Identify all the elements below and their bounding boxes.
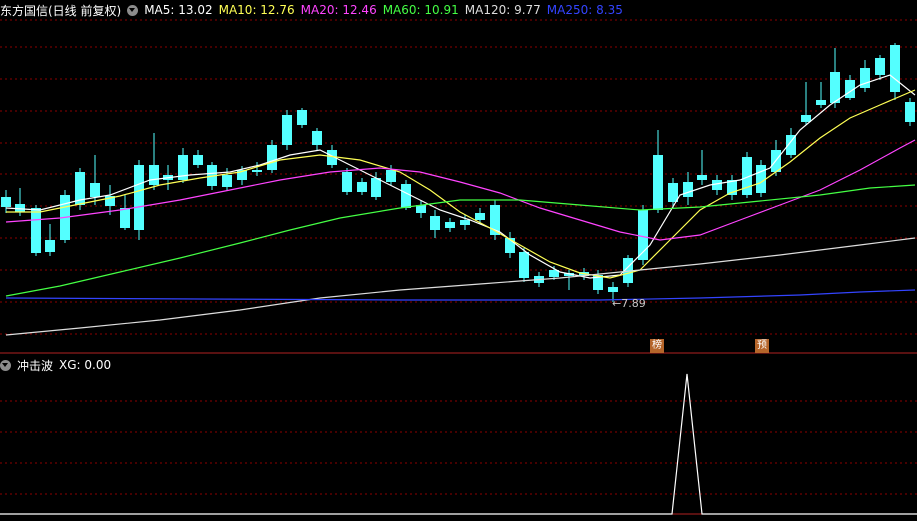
candle-body bbox=[653, 155, 663, 210]
candle-body bbox=[905, 102, 915, 122]
candle-body bbox=[608, 287, 618, 292]
indicator-title: 冲击波 bbox=[17, 358, 54, 373]
candle-body bbox=[430, 216, 440, 230]
candle-body bbox=[252, 170, 262, 172]
candle-body bbox=[697, 175, 707, 180]
candle-body bbox=[342, 172, 352, 192]
main-title-row: 东方国信(日线 前复权) MA5: 13.02 MA10: 12.76 MA20… bbox=[0, 2, 629, 18]
dropdown-icon[interactable] bbox=[0, 359, 11, 371]
forecast-badge[interactable]: 预 bbox=[755, 339, 769, 353]
candle-body bbox=[519, 252, 529, 278]
candle-body bbox=[875, 58, 885, 75]
ma250-label: MA250: 8.35 bbox=[546, 3, 623, 17]
dropdown-icon[interactable] bbox=[127, 4, 139, 16]
candle-body bbox=[460, 220, 470, 225]
candle-body bbox=[222, 175, 232, 187]
xg-line bbox=[0, 373, 917, 515]
candle-body bbox=[386, 170, 396, 182]
candlestick-chart[interactable] bbox=[0, 0, 917, 354]
ma5-label: MA5: 13.02 bbox=[144, 3, 213, 17]
candle-body bbox=[282, 115, 292, 145]
candle-body bbox=[1, 197, 11, 207]
candle-body bbox=[801, 115, 811, 122]
indicator-panel[interactable]: 冲击波 XG: 0.00 bbox=[0, 354, 917, 521]
ma20-label: MA20: 12.46 bbox=[300, 3, 377, 17]
candle-body bbox=[475, 213, 485, 220]
candle-body bbox=[683, 182, 693, 197]
candle-body bbox=[312, 131, 322, 145]
ma250-line bbox=[5, 289, 916, 301]
candle-body bbox=[31, 208, 41, 253]
candle-body bbox=[15, 204, 25, 212]
sub-title-row: 冲击波 XG: 0.00 bbox=[0, 357, 117, 373]
low-price-marker: ←7.89 bbox=[612, 297, 646, 310]
candle-body bbox=[357, 182, 367, 192]
candle-body bbox=[267, 145, 277, 170]
candle-body bbox=[134, 165, 144, 230]
candle-body bbox=[445, 222, 455, 228]
stock-title: 东方国信(日线 前复权) bbox=[0, 3, 122, 18]
candle-body bbox=[401, 184, 411, 208]
candle-body bbox=[120, 208, 130, 228]
ma10-label: MA10: 12.76 bbox=[218, 3, 295, 17]
candle-body bbox=[149, 165, 159, 185]
candle-body bbox=[193, 155, 203, 165]
indicator-chart[interactable] bbox=[0, 354, 917, 521]
ma120-label: MA120: 9.77 bbox=[464, 3, 541, 17]
ma60-label: MA60: 10.91 bbox=[382, 3, 459, 17]
candle-body bbox=[668, 183, 678, 202]
candle-body bbox=[371, 178, 381, 197]
rank-badge[interactable]: 榜 bbox=[650, 339, 664, 353]
candle-body bbox=[45, 240, 55, 252]
xg-label: XG: 0.00 bbox=[59, 358, 112, 372]
candle-body bbox=[816, 100, 826, 105]
candle-body bbox=[297, 110, 307, 125]
price-panel[interactable]: 东方国信(日线 前复权) MA5: 13.02 MA10: 12.76 MA20… bbox=[0, 0, 917, 354]
ma120-line bbox=[5, 237, 916, 336]
candle-body bbox=[756, 165, 766, 193]
candle-body bbox=[830, 72, 840, 103]
candle-body bbox=[890, 45, 900, 92]
candle-body bbox=[90, 183, 100, 197]
